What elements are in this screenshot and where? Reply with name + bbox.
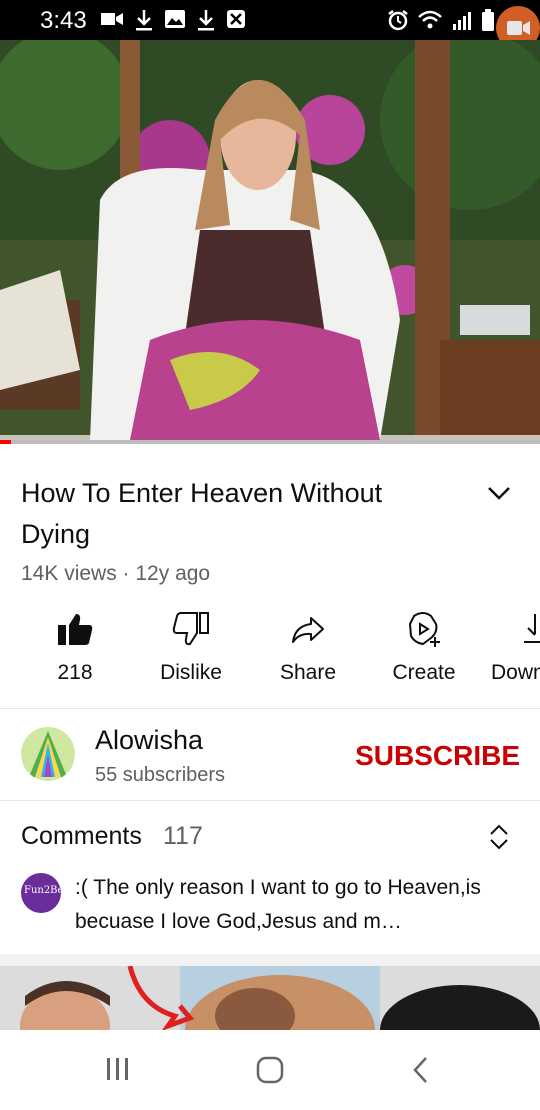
video-progress-bar[interactable] <box>0 440 540 444</box>
signal-icon <box>453 12 471 30</box>
section-separator <box>0 954 540 966</box>
download-icon <box>136 10 152 31</box>
next-video-thumbnail[interactable] <box>0 966 540 1030</box>
alarm-icon <box>388 10 408 31</box>
action-row: 218 Dislike Share Create Down <box>0 610 540 690</box>
divider <box>0 708 540 709</box>
wifi-icon <box>418 10 442 29</box>
comment-avatar[interactable]: Fun2Be <box>21 873 61 913</box>
download-icon <box>198 10 214 31</box>
create-button[interactable]: Create <box>369 610 479 685</box>
like-count: 218 <box>57 661 93 684</box>
back-icon[interactable] <box>408 1055 434 1090</box>
expand-collapse-icon[interactable] <box>488 824 510 855</box>
status-notification-icons <box>100 8 246 32</box>
battery-icon <box>482 9 494 31</box>
close-box-icon <box>227 10 245 28</box>
video-meta: 14K views · 12y ago <box>21 562 211 585</box>
download-icon <box>524 614 540 643</box>
comments-title[interactable]: Comments <box>21 822 142 851</box>
create-icon <box>408 612 440 647</box>
video-frame <box>0 40 540 444</box>
home-icon[interactable] <box>255 1055 285 1090</box>
video-title[interactable]: How To Enter Heaven Without Dying <box>21 473 451 555</box>
system-nav-bar <box>0 1030 540 1110</box>
channel-subscribers: 55 subscribers <box>95 764 226 786</box>
video-progress-played <box>0 440 11 444</box>
comment-avatar-text: Fun2Be <box>24 885 61 896</box>
subscribe-button[interactable]: SUBSCRIBE <box>355 740 520 772</box>
comments-count: 117 <box>163 822 203 850</box>
video-player[interactable] <box>0 40 540 444</box>
channel-name[interactable]: Alowisha <box>95 725 203 756</box>
share-icon <box>292 617 324 643</box>
share-button[interactable]: Share <box>253 610 363 685</box>
thumbs-down-icon <box>172 612 209 646</box>
image-icon <box>165 10 185 28</box>
status-time: 3:43 <box>40 7 87 34</box>
comment-text[interactable]: :( The only reason I want to go to Heave… <box>75 871 520 939</box>
download-label: Down <box>491 661 540 684</box>
recents-icon[interactable] <box>104 1055 132 1088</box>
share-label: Share <box>279 661 337 684</box>
dislike-button[interactable]: Dislike <box>136 610 246 685</box>
chevron-down-icon[interactable] <box>486 480 512 511</box>
status-bar: 3:43 <box>0 0 540 50</box>
like-button[interactable]: 218 <box>20 610 130 685</box>
video-camera-icon <box>101 13 123 25</box>
dislike-label: Dislike <box>160 661 222 684</box>
create-label: Create <box>392 661 456 684</box>
divider <box>0 800 540 801</box>
thumbs-up-icon <box>58 614 93 645</box>
download-button[interactable]: Down <box>480 610 540 685</box>
status-system-icons <box>387 8 495 32</box>
channel-avatar[interactable] <box>21 727 75 781</box>
